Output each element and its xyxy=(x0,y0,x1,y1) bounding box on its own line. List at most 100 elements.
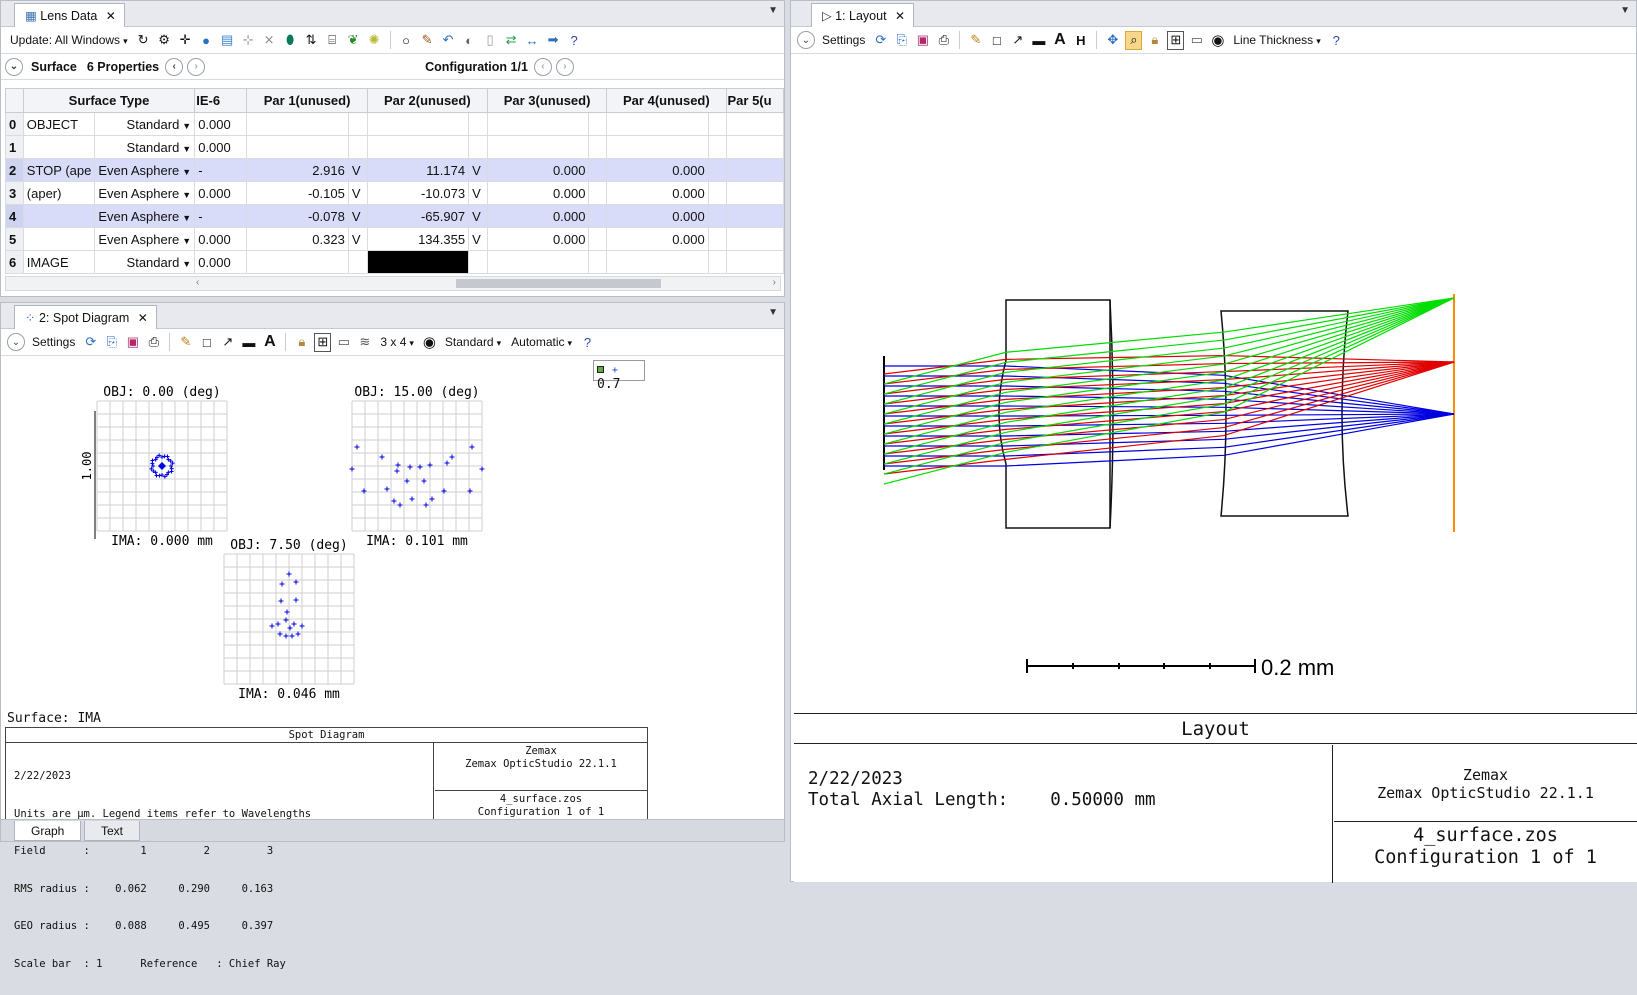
dropdown-arrow-icon[interactable]: ▼ xyxy=(182,259,191,269)
refresh-icon[interactable]: ⟳ xyxy=(82,333,99,352)
sync-icon[interactable]: ⇄ xyxy=(503,31,520,50)
par1-solve-cell[interactable] xyxy=(347,135,368,159)
pencil-icon[interactable]: ✎ xyxy=(177,333,194,352)
ie6-cell[interactable]: 0.000 xyxy=(194,181,248,205)
dropdown-arrow-icon[interactable]: ▼ xyxy=(182,144,191,154)
par2-solve-cell[interactable]: V xyxy=(468,181,488,205)
par2-solve-cell[interactable] xyxy=(468,135,488,159)
undo-icon[interactable]: ↶ xyxy=(440,31,457,50)
par4-cell[interactable] xyxy=(606,112,709,136)
par5-cell[interactable] xyxy=(725,250,784,274)
par4-solve-cell[interactable] xyxy=(707,204,727,228)
axis-remove-icon[interactable]: ⨯ xyxy=(261,31,278,50)
surface-type-cell[interactable]: Standard ▼ xyxy=(94,135,196,159)
comment-cell[interactable]: STOP (ape xyxy=(22,158,96,182)
par3-solve-cell[interactable] xyxy=(588,135,608,159)
rotate-icon[interactable]: ◉ xyxy=(421,333,438,352)
pan-icon[interactable]: ✥ xyxy=(1104,31,1121,50)
table-row[interactable]: 6 IMAGE Standard ▼ 0.000 xyxy=(5,250,784,274)
column-header[interactable]: Surface Type xyxy=(22,88,196,113)
comment-cell[interactable] xyxy=(22,204,96,228)
par4-solve-cell[interactable] xyxy=(707,112,727,136)
surface-properties-icon[interactable]: ⌸ xyxy=(324,31,341,50)
panel-menu-icon[interactable]: ▼ xyxy=(768,307,778,318)
surface-type-cell[interactable]: Even Asphere ▼ xyxy=(94,158,196,182)
config-prev-icon[interactable]: ‹ xyxy=(533,57,552,76)
par1-cell[interactable]: 2.916 xyxy=(246,158,349,182)
close-icon[interactable]: ✕ xyxy=(138,311,148,325)
par4-cell[interactable]: 0.000 xyxy=(606,181,709,205)
dropdown-arrow-icon[interactable]: ▼ xyxy=(182,167,191,177)
panel-menu-icon[interactable]: ▼ xyxy=(768,5,778,16)
chevron-right-icon[interactable]: › xyxy=(187,57,206,76)
par3-cell[interactable]: 0.000 xyxy=(486,158,590,182)
par1-cell[interactable]: -0.105 xyxy=(246,181,349,205)
help-icon[interactable]: ? xyxy=(1328,31,1345,50)
par1-solve-cell[interactable]: V xyxy=(347,181,368,205)
copy-icon[interactable]: ⎘ xyxy=(893,31,910,50)
column-header[interactable]: Par 3(unused) xyxy=(486,88,608,113)
comment-cell[interactable] xyxy=(22,135,96,159)
par5-cell[interactable] xyxy=(725,227,784,251)
par4-cell[interactable]: 0.000 xyxy=(606,204,709,228)
par2-solve-cell[interactable] xyxy=(468,250,488,274)
par3-solve-cell[interactable] xyxy=(588,227,608,251)
horizontal-scrollbar[interactable]: ‹ › xyxy=(5,276,781,291)
help-icon[interactable]: ? xyxy=(579,333,596,352)
comment-cell[interactable]: (aper) xyxy=(22,181,96,205)
par1-cell[interactable]: 0.323 xyxy=(246,227,349,251)
par1-cell[interactable] xyxy=(246,250,349,274)
chevron-down-icon[interactable]: ⌄ xyxy=(5,57,23,76)
table-row[interactable]: 5 Even Asphere ▼ 0.000 0.323 V 134.355 V 0.000 0.… xyxy=(5,227,784,251)
text-tab[interactable]: Text xyxy=(84,821,141,841)
par4-cell[interactable]: 0.000 xyxy=(606,227,709,251)
par3-solve-cell[interactable] xyxy=(588,112,608,136)
spot-diagram-tab[interactable]: ⁘ 2: Spot Diagram ✕ xyxy=(14,305,157,329)
table-row[interactable]: 3 (aper) Even Asphere ▼ 0.000 -0.105 V -10.073 V… xyxy=(5,181,784,205)
circle-icon[interactable]: ○ xyxy=(398,31,415,50)
par3-cell[interactable] xyxy=(486,250,590,274)
par4-solve-cell[interactable] xyxy=(707,158,727,182)
column-header[interactable]: Par 4(unused) xyxy=(606,88,727,113)
dropdown-arrow-icon[interactable]: ▼ xyxy=(182,121,191,131)
arrow-icon[interactable]: ↗ xyxy=(1009,31,1026,50)
table-row[interactable]: 4 Even Asphere ▼ - -0.078 V -65.907 V 0.000 0.000 xyxy=(5,204,784,228)
ie6-cell[interactable]: 0.000 xyxy=(194,135,248,159)
par5-cell[interactable] xyxy=(725,204,784,228)
par3-cell[interactable] xyxy=(486,112,590,136)
panel-menu-icon[interactable]: ▼ xyxy=(1620,5,1630,16)
par4-solve-cell[interactable] xyxy=(707,227,727,251)
par4-cell[interactable] xyxy=(606,250,709,274)
surface-type-cell[interactable]: Standard ▼ xyxy=(94,112,196,136)
ie6-cell[interactable]: 0.000 xyxy=(194,227,248,251)
par2-cell[interactable]: -10.073 xyxy=(366,181,470,205)
par4-solve-cell[interactable] xyxy=(707,135,727,159)
lock-icon[interactable]: 🔒︎ xyxy=(1146,31,1163,50)
chart-icon[interactable]: ▤ xyxy=(219,31,236,50)
layout-grid-icon[interactable]: ⊞ xyxy=(1167,30,1185,50)
ie6-cell[interactable]: - xyxy=(194,158,248,182)
dropdown-arrow-icon[interactable]: ▼ xyxy=(182,236,191,246)
table-row[interactable]: 2 STOP (ape Even Asphere ▼ -2.916 V 11.174 V 0.0… xyxy=(5,158,784,182)
palette-icon[interactable]: ✺ xyxy=(366,31,383,50)
par2-cell[interactable]: -65.907 xyxy=(366,204,470,228)
arrow-right-icon[interactable]: ➡ xyxy=(545,31,562,50)
ie6-cell[interactable]: 0.000 xyxy=(194,112,248,136)
rectangle-icon[interactable]: □ xyxy=(988,31,1005,50)
par1-solve-cell[interactable]: V xyxy=(347,158,368,182)
par5-cell[interactable] xyxy=(725,158,784,182)
refresh-icon[interactable]: ↻ xyxy=(135,31,152,50)
close-icon[interactable]: ✕ xyxy=(106,9,116,23)
par3-cell[interactable] xyxy=(486,135,590,159)
line-icon[interactable]: ▬ xyxy=(1030,31,1047,50)
par5-cell[interactable] xyxy=(725,135,784,159)
insert-surface-icon[interactable]: ⇅ xyxy=(303,31,320,50)
chevron-down-icon[interactable]: ⌄ xyxy=(797,31,815,49)
par2-cell[interactable]: 11.174 xyxy=(366,158,470,182)
comment-cell[interactable]: IMAGE xyxy=(22,250,96,274)
table-row[interactable]: 0 OBJECT Standard ▼ 0.000 xyxy=(5,112,784,136)
par3-cell[interactable]: 0.000 xyxy=(486,204,590,228)
chevron-down-icon[interactable]: ⌄ xyxy=(7,333,25,351)
par2-solve-cell[interactable]: V xyxy=(468,227,488,251)
par3-cell[interactable]: 0.000 xyxy=(486,227,590,251)
